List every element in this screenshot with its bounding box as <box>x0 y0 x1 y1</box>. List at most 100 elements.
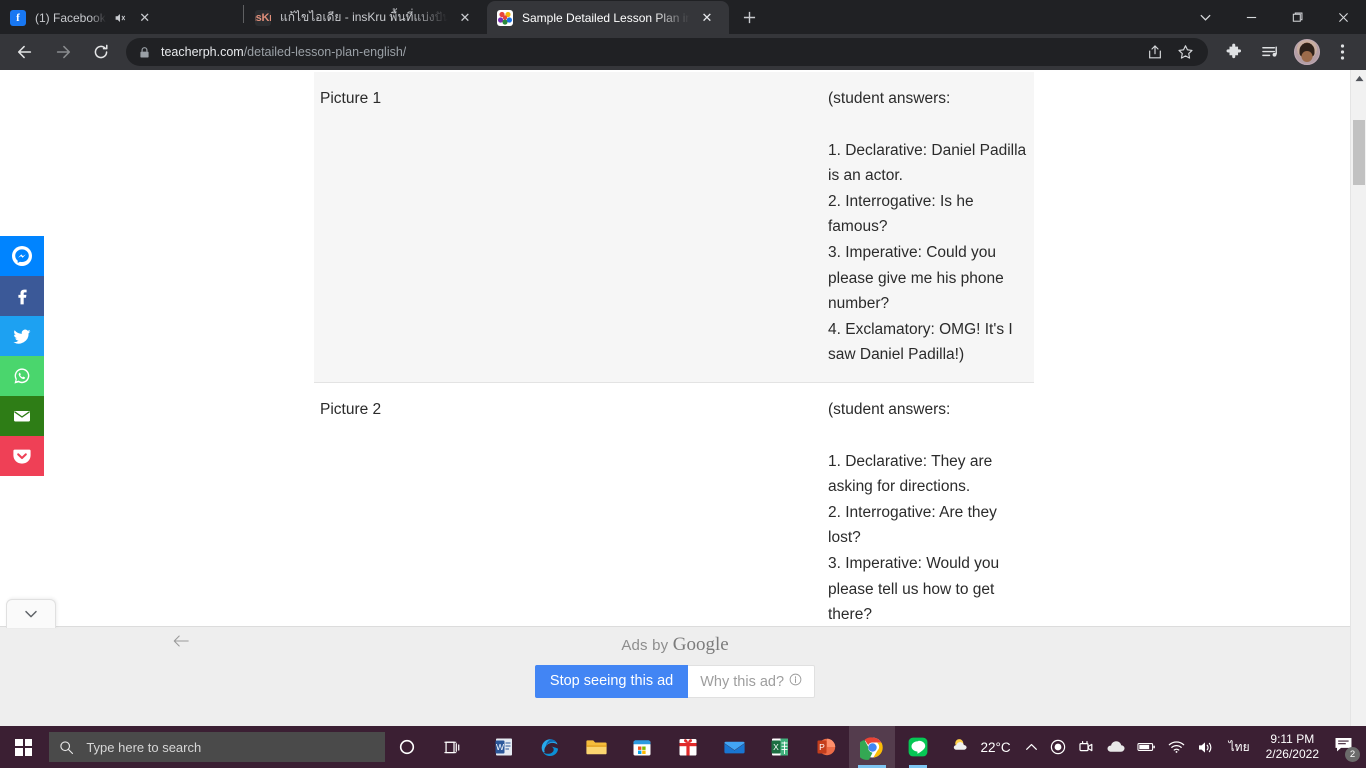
start-button[interactable] <box>0 726 47 768</box>
google-ad-overlay: Ads by Google Stop seeing this ad Why th… <box>0 599 1350 726</box>
facebook-share-button[interactable] <box>0 276 44 316</box>
tab-divider <box>243 4 244 23</box>
new-tab-button[interactable] <box>735 3 763 31</box>
lock-icon <box>138 46 151 59</box>
email-share-button[interactable] <box>0 396 44 436</box>
messenger-share-button[interactable] <box>0 236 44 276</box>
answer-item: 1. Declarative: They are asking for dire… <box>828 452 993 496</box>
ad-collapse-button[interactable] <box>6 599 56 628</box>
tab-search-button[interactable] <box>1182 0 1228 34</box>
twitter-share-button[interactable] <box>0 316 44 356</box>
answer-item: 2. Interrogative: Is he famous? <box>828 192 974 236</box>
taskbar-search-box[interactable]: Type here to search <box>49 732 385 762</box>
temperature-label: 22°C <box>980 739 1011 755</box>
picture-cell: Picture 2 <box>320 400 382 418</box>
browser-tab-inskru[interactable]: insKru แก้ไขไอเดีย - insKru พื้นที่แบ่งป… <box>245 1 487 34</box>
maximize-button[interactable] <box>1274 0 1320 34</box>
answers-cell: (student answers: 1. Declarative: They a… <box>822 382 1034 641</box>
svg-text:P: P <box>820 742 826 752</box>
onedrive-cloud-icon[interactable] <box>1100 726 1131 768</box>
scroll-up-arrow[interactable] <box>1351 70 1366 86</box>
system-tray: 22°C ไทย 9:11 PM 2/26/2022 2 <box>941 726 1366 768</box>
url-domain: teacherph.com <box>161 45 244 59</box>
taskbar-word-icon[interactable]: W <box>481 726 527 768</box>
stop-seeing-ad-button[interactable]: Stop seeing this ad <box>534 665 689 698</box>
answer-item: 2. Interrogative: Are they lost? <box>828 503 997 547</box>
address-bar[interactable]: teacherph.com/detailed-lesson-plan-engli… <box>126 38 1208 66</box>
taskbar-powerpoint-icon[interactable]: P <box>803 726 849 768</box>
facebook-icon: f <box>10 9 26 26</box>
tab-title: แก้ไขไอเดีย - insKru พื้นที่แบ่งปันไอเดี <box>280 10 448 24</box>
scrollbar-thumb[interactable] <box>1353 120 1365 185</box>
cortana-button[interactable] <box>385 726 430 768</box>
tab-close-button[interactable]: ✕ <box>456 9 474 27</box>
tab-title: Sample Detailed Lesson Plan in E <box>522 10 690 25</box>
answer-item: 4. Exclamatory: OMG! It's I saw Daniel P… <box>828 320 1013 364</box>
taskbar-line-icon[interactable] <box>895 726 941 768</box>
language-indicator[interactable]: ไทย <box>1221 738 1258 757</box>
notification-count-badge: 2 <box>1345 747 1360 762</box>
tab-mute-icon[interactable] <box>112 10 128 26</box>
taskbar-mail-icon[interactable] <box>711 726 757 768</box>
forward-arrow-icon[interactable] <box>48 37 78 67</box>
pocket-share-button[interactable] <box>0 436 44 476</box>
taskbar-edge-icon[interactable] <box>527 726 573 768</box>
inskru-icon: insKru <box>255 9 271 26</box>
notification-center-button[interactable]: 2 <box>1329 726 1364 768</box>
back-arrow-icon[interactable] <box>10 37 40 67</box>
reload-icon[interactable] <box>86 37 116 67</box>
taskbar-app-icons: W X P <box>481 726 941 768</box>
tab-close-button[interactable]: ✕ <box>698 9 716 27</box>
browser-tab-facebook[interactable]: f (1) Facebook ✕ <box>0 1 242 34</box>
partly-cloudy-icon <box>951 736 973 759</box>
volume-icon[interactable] <box>1191 726 1221 768</box>
three-dot-menu-icon[interactable] <box>1327 37 1357 67</box>
svg-text:W: W <box>496 742 504 752</box>
record-icon[interactable] <box>1044 726 1072 768</box>
close-window-button[interactable] <box>1320 0 1366 34</box>
browser-tab-teacherph[interactable]: Sample Detailed Lesson Plan in E ✕ <box>487 1 729 34</box>
svg-text:X: X <box>774 742 780 752</box>
ads-by-text: Ads by <box>621 637 669 654</box>
wifi-icon[interactable] <box>1162 726 1191 768</box>
taskbar-weather-widget[interactable]: 22°C <box>941 736 1018 759</box>
taskbar-microsoft-store-icon[interactable] <box>619 726 665 768</box>
page-scrollbar[interactable] <box>1350 70 1366 726</box>
star-icon[interactable] <box>1172 39 1198 65</box>
teacherph-icon <box>497 9 513 26</box>
media-playlist-icon[interactable] <box>1255 37 1285 67</box>
taskbar-clock[interactable]: 9:11 PM 2/26/2022 <box>1258 732 1329 762</box>
windows-logo-icon <box>15 738 33 756</box>
whatsapp-share-button[interactable] <box>0 356 44 396</box>
battery-icon[interactable] <box>1131 726 1162 768</box>
search-icon <box>59 740 74 755</box>
ads-by-google-label: Ads by Google <box>0 634 1350 656</box>
task-view-button[interactable] <box>430 726 475 768</box>
browser-toolbar: teacherph.com/detailed-lesson-plan-engli… <box>0 34 1366 70</box>
taskbar-chrome-icon[interactable] <box>849 726 896 768</box>
taskbar-rewards-gift-icon[interactable] <box>665 726 711 768</box>
google-wordmark: Google <box>672 634 729 655</box>
url-text: teacherph.com/detailed-lesson-plan-engli… <box>161 45 406 59</box>
answers-header: (student answers: <box>828 90 951 107</box>
profile-avatar[interactable] <box>1294 39 1320 65</box>
minimize-button[interactable] <box>1228 0 1274 34</box>
answer-item: 3. Imperative: Could you please give me … <box>828 243 1004 313</box>
tab-strip: f (1) Facebook ✕ insKru แก้ไขไอเดีย - in… <box>0 0 1366 34</box>
tab-title: (1) Facebook <box>35 10 106 25</box>
why-this-ad-button[interactable]: Why this ad? <box>688 665 816 698</box>
show-hidden-icons-button[interactable] <box>1019 726 1044 768</box>
tab-close-button[interactable]: ✕ <box>136 9 154 27</box>
windows-taskbar: Type here to search W X P 22°C ไทย 9:11 … <box>0 726 1366 768</box>
social-share-rail <box>0 236 44 476</box>
ad-action-buttons: Stop seeing this ad Why this ad? <box>0 665 1350 698</box>
taskbar-excel-icon[interactable]: X <box>757 726 803 768</box>
share-icon[interactable] <box>1142 39 1168 65</box>
clock-time: 9:11 PM <box>1270 732 1315 746</box>
table-row: Picture 1 (student answers: 1. Declarati… <box>314 72 1034 383</box>
camera-icon[interactable] <box>1072 726 1100 768</box>
clock-date: 2/26/2022 <box>1265 747 1319 761</box>
taskbar-file-explorer-icon[interactable] <box>573 726 619 768</box>
answers-header: (student answers: <box>828 400 951 418</box>
puzzle-icon[interactable] <box>1219 37 1249 67</box>
